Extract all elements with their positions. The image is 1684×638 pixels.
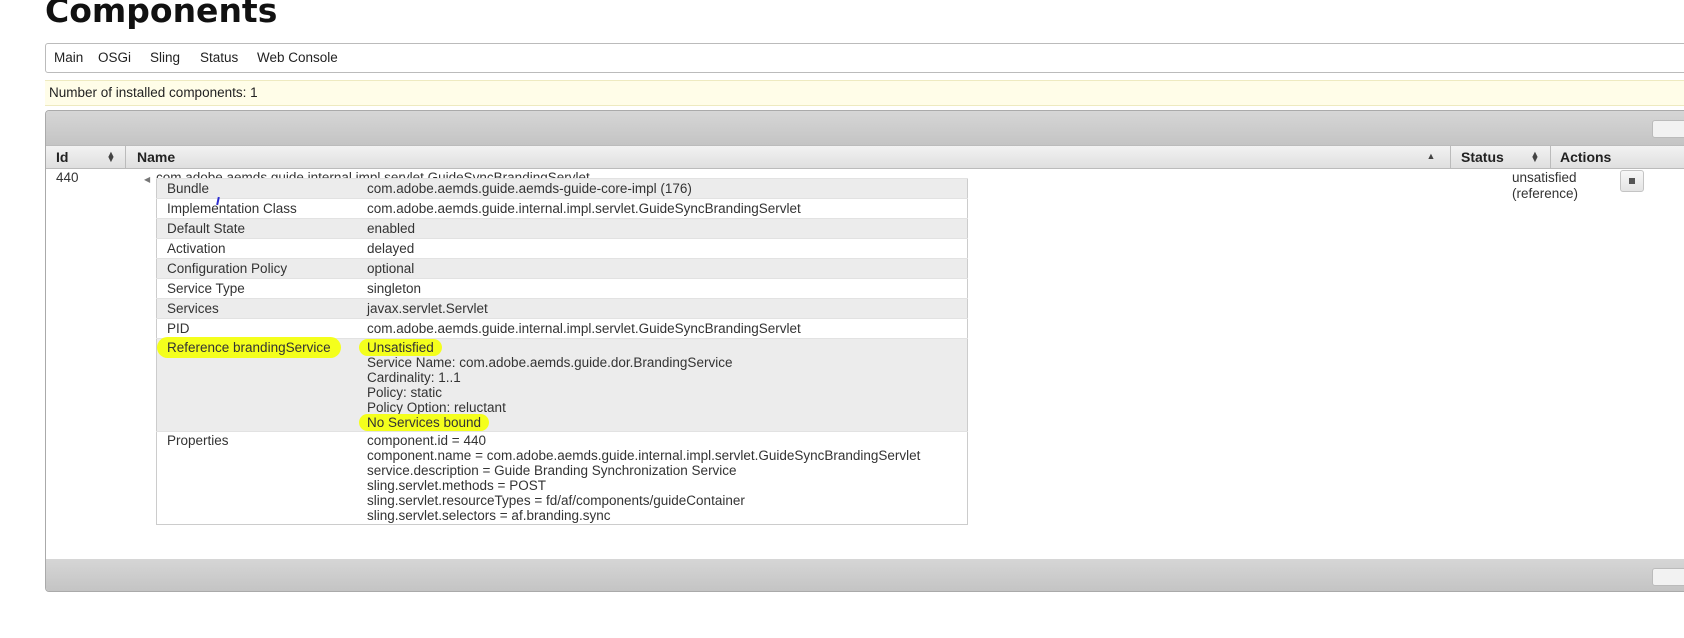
table-header: Id ▲ ▼ Name ▲ Status ▲ ▼ Actions bbox=[46, 145, 1684, 169]
detail-row-implementation-class: Implementation Class com.adobe.aemds.gui… bbox=[156, 198, 968, 219]
detail-row-properties: Properties component.id = 440 component.… bbox=[156, 431, 968, 525]
sort-both-icon[interactable]: ▲ ▼ bbox=[1530, 150, 1540, 164]
detail-row-activation: Activation delayed bbox=[156, 238, 968, 259]
detail-value: Unsatisfied Service Name: com.adobe.aemd… bbox=[357, 338, 968, 432]
nav-item-osgi[interactable]: OSGi bbox=[98, 44, 131, 72]
detail-value: com.adobe.aemds.guide.aemds-guide-core-i… bbox=[357, 178, 968, 199]
components-table: Id ▲ ▼ Name ▲ Status ▲ ▼ Actions 440 ◀ com… bbox=[45, 110, 1684, 592]
nav-menu: Main OSGi Sling Status Web Console bbox=[45, 43, 1684, 73]
detail-value: com.adobe.aemds.guide.internal.impl.serv… bbox=[357, 198, 968, 219]
highlighted-key: Reference brandingService bbox=[157, 337, 341, 358]
detail-value: component.id = 440 component.name = com.… bbox=[357, 431, 968, 525]
detail-value: delayed bbox=[357, 238, 968, 259]
header-status[interactable]: Status bbox=[1461, 146, 1504, 168]
component-id: 440 bbox=[56, 170, 79, 185]
detail-key: Implementation Class bbox=[156, 198, 357, 219]
detail-value: optional bbox=[357, 258, 968, 279]
detail-value: singleton bbox=[357, 278, 968, 299]
sort-ascending-icon[interactable]: ▲ bbox=[1426, 152, 1436, 161]
column-separator bbox=[1550, 146, 1551, 168]
detail-key: Service Type bbox=[156, 278, 357, 299]
status-text: unsatisfied bbox=[1512, 170, 1577, 185]
component-details: Bundle com.adobe.aemds.guide.aemds-guide… bbox=[156, 178, 968, 525]
detail-row-reference: Reference brandingService Unsatisfied Se… bbox=[156, 337, 968, 432]
status-reason: (reference) bbox=[1512, 186, 1579, 201]
nav-item-main[interactable]: Main bbox=[54, 44, 83, 72]
property-line: sling.servlet.resourceTypes = fd/af/comp… bbox=[367, 493, 745, 508]
header-id[interactable]: Id bbox=[56, 146, 68, 168]
stop-square-icon bbox=[1629, 178, 1635, 184]
detail-row-service-type: Service Type singleton bbox=[156, 278, 968, 299]
detail-key: Configuration Policy bbox=[156, 258, 357, 279]
detail-row-pid: PID com.adobe.aemds.guide.internal.impl.… bbox=[156, 318, 968, 339]
component-status: unsatisfied (reference) bbox=[1512, 170, 1578, 202]
property-line: component.name = com.adobe.aemds.guide.i… bbox=[367, 448, 921, 463]
detail-row-services: Services javax.servlet.Servlet bbox=[156, 298, 968, 319]
property-line: sling.servlet.selectors = af.branding.sy… bbox=[367, 508, 611, 523]
detail-key: PID bbox=[156, 318, 357, 339]
nav-item-status[interactable]: Status bbox=[200, 44, 238, 72]
reference-line: Policy Option: reluctant bbox=[367, 400, 506, 415]
reference-bound-state: No Services bound bbox=[359, 414, 490, 431]
detail-value: com.adobe.aemds.guide.internal.impl.serv… bbox=[357, 318, 968, 339]
table-toolbar-bottom bbox=[46, 559, 1684, 591]
pager-control[interactable] bbox=[1652, 120, 1684, 138]
reference-line: Policy: static bbox=[367, 385, 443, 400]
property-line: sling.servlet.methods = POST bbox=[367, 478, 546, 493]
detail-key: Services bbox=[156, 298, 357, 319]
column-separator bbox=[1450, 146, 1451, 168]
detail-key: Default State bbox=[156, 218, 357, 239]
detail-key: Bundle bbox=[156, 178, 357, 199]
header-actions: Actions bbox=[1560, 149, 1612, 165]
property-line: component.id = 440 bbox=[367, 433, 486, 448]
header-name[interactable]: Name bbox=[137, 146, 175, 168]
detail-row-default-state: Default State enabled bbox=[156, 218, 968, 239]
stop-component-button[interactable] bbox=[1620, 170, 1644, 192]
triangle-left-icon[interactable]: ◀ bbox=[144, 175, 150, 184]
sort-both-icon[interactable]: ▲ ▼ bbox=[106, 150, 116, 164]
pager-control[interactable] bbox=[1652, 568, 1684, 586]
nav-item-web-console[interactable]: Web Console bbox=[257, 44, 338, 72]
column-separator bbox=[125, 146, 126, 168]
reference-state: Unsatisfied bbox=[359, 339, 442, 356]
detail-row-configuration-policy: Configuration Policy optional bbox=[156, 258, 968, 279]
detail-key: Reference brandingService bbox=[156, 337, 357, 432]
page-title: Components bbox=[45, 0, 278, 30]
property-line: service.description = Guide Branding Syn… bbox=[367, 463, 737, 478]
reference-line: Cardinality: 1..1 bbox=[367, 370, 461, 385]
detail-value: enabled bbox=[357, 218, 968, 239]
detail-row-bundle: Bundle com.adobe.aemds.guide.aemds-guide… bbox=[156, 178, 968, 199]
table-toolbar-top bbox=[46, 111, 1684, 145]
nav-item-sling[interactable]: Sling bbox=[150, 44, 180, 72]
reference-line: Service Name: com.adobe.aemds.guide.dor.… bbox=[367, 355, 733, 370]
status-line: Number of installed components: 1 bbox=[45, 80, 1684, 106]
detail-value: javax.servlet.Servlet bbox=[357, 298, 968, 319]
detail-key: Activation bbox=[156, 238, 357, 259]
detail-key: Properties bbox=[156, 431, 357, 525]
